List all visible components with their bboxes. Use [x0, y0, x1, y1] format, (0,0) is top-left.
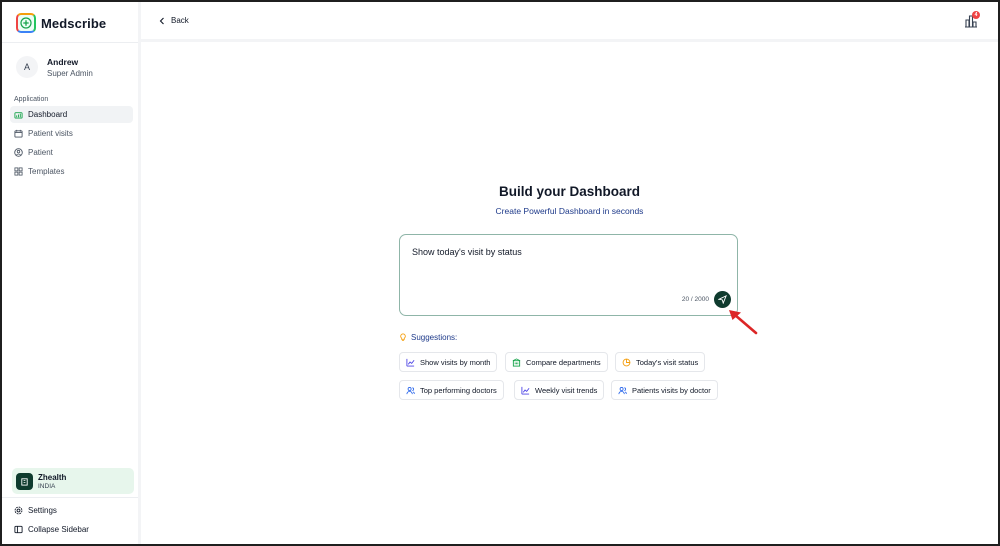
users-icon: [406, 386, 415, 394]
annotation-arrow-icon: [729, 310, 758, 335]
sidebar-item-label: Patient: [28, 148, 53, 157]
suggestions-label: Suggestions:: [411, 333, 458, 342]
user-name: Andrew: [47, 56, 79, 67]
lightbulb-icon: [400, 333, 406, 341]
sidebar: Medscribe A Andrew Super Admin Applicati…: [2, 2, 138, 544]
sidebar-item-label: Templates: [28, 167, 65, 176]
divider: [2, 497, 138, 498]
divider: [2, 42, 138, 43]
suggestion-chip[interactable]: Top performing doctors: [399, 380, 504, 400]
suggestions-heading: Suggestions:: [399, 333, 457, 342]
page-title: Build your Dashboard: [498, 184, 640, 199]
building-icon: [16, 472, 33, 490]
line-chart-icon: [521, 386, 530, 395]
back-label: Back: [171, 16, 189, 25]
app-logo[interactable]: Medscribe: [16, 11, 106, 35]
avatar: A: [16, 56, 38, 78]
sidebar-item-settings[interactable]: Settings: [10, 502, 133, 519]
sidebar-item-patient[interactable]: Patient: [10, 144, 133, 161]
main-content: Build your Dashboard Create Powerful Das…: [141, 42, 998, 544]
calendar-icon: [14, 129, 23, 138]
suggestion-label: Today's visit status: [636, 357, 699, 367]
sidebar-item-label: Settings: [28, 506, 57, 515]
nav-section-label: Application: [14, 96, 49, 103]
org-country: INDIA: [38, 482, 56, 490]
send-icon: [718, 295, 727, 304]
user-circle-icon: [14, 148, 23, 157]
suggestion-label: Weekly visit trends: [535, 385, 598, 395]
user-role: Super Admin: [47, 68, 93, 78]
prompt-input[interactable]: [412, 247, 712, 257]
collapse-sidebar-button[interactable]: Collapse Sidebar: [10, 521, 133, 538]
line-chart-icon: [406, 358, 415, 367]
suggestion-chip[interactable]: Compare departments: [505, 352, 608, 372]
sidebar-item-label: Dashboard: [28, 110, 68, 119]
character-counter: 20 / 2000: [681, 296, 709, 303]
suggestion-chip[interactable]: Today's visit status: [615, 352, 706, 372]
sidebar-item-dashboard[interactable]: Dashboard: [10, 106, 133, 123]
dashboard-icon: [14, 112, 23, 119]
sidebar-item-label: Patient visits: [28, 129, 73, 138]
send-button[interactable]: [714, 291, 731, 308]
suggestion-chip[interactable]: Weekly visit trends: [514, 380, 605, 400]
suggestion-label: Show visits by month: [420, 357, 491, 367]
prompt-container: 20 / 2000: [399, 234, 738, 316]
users-icon: [618, 386, 627, 394]
suggestion-label: Patients visits by doctor: [632, 385, 711, 395]
org-name: Zhealth: [38, 472, 67, 482]
chevron-left-icon: [159, 17, 164, 24]
sidebar-item-templates[interactable]: Templates: [10, 163, 133, 180]
user-profile[interactable]: A Andrew Super Admin: [16, 56, 93, 78]
sidebar-item-patient-visits[interactable]: Patient visits: [10, 125, 133, 142]
notification-badge: 4: [972, 11, 980, 19]
app-name: Medscribe: [41, 15, 107, 31]
medscribe-logo-icon: [16, 13, 36, 33]
gear-icon: [14, 506, 23, 515]
suggestion-label: Top performing doctors: [420, 385, 497, 395]
sidebar-toggle-icon: [14, 525, 23, 534]
grid-icon: [14, 167, 23, 176]
back-button[interactable]: Back: [159, 16, 189, 25]
suggestion-chip[interactable]: Patients visits by doctor: [611, 380, 718, 400]
sidebar-item-label: Collapse Sidebar: [28, 525, 89, 534]
pie-chart-icon: [622, 358, 631, 366]
suggestion-label: Compare departments: [526, 357, 601, 367]
organization-switcher[interactable]: Zhealth INDIA: [12, 468, 134, 494]
page-subtitle: Create Powerful Dashboard in seconds: [495, 206, 644, 216]
top-bar: Back 4: [141, 2, 998, 39]
suggestion-chip[interactable]: Show visits by month: [399, 352, 498, 372]
building-icon: [512, 357, 521, 367]
